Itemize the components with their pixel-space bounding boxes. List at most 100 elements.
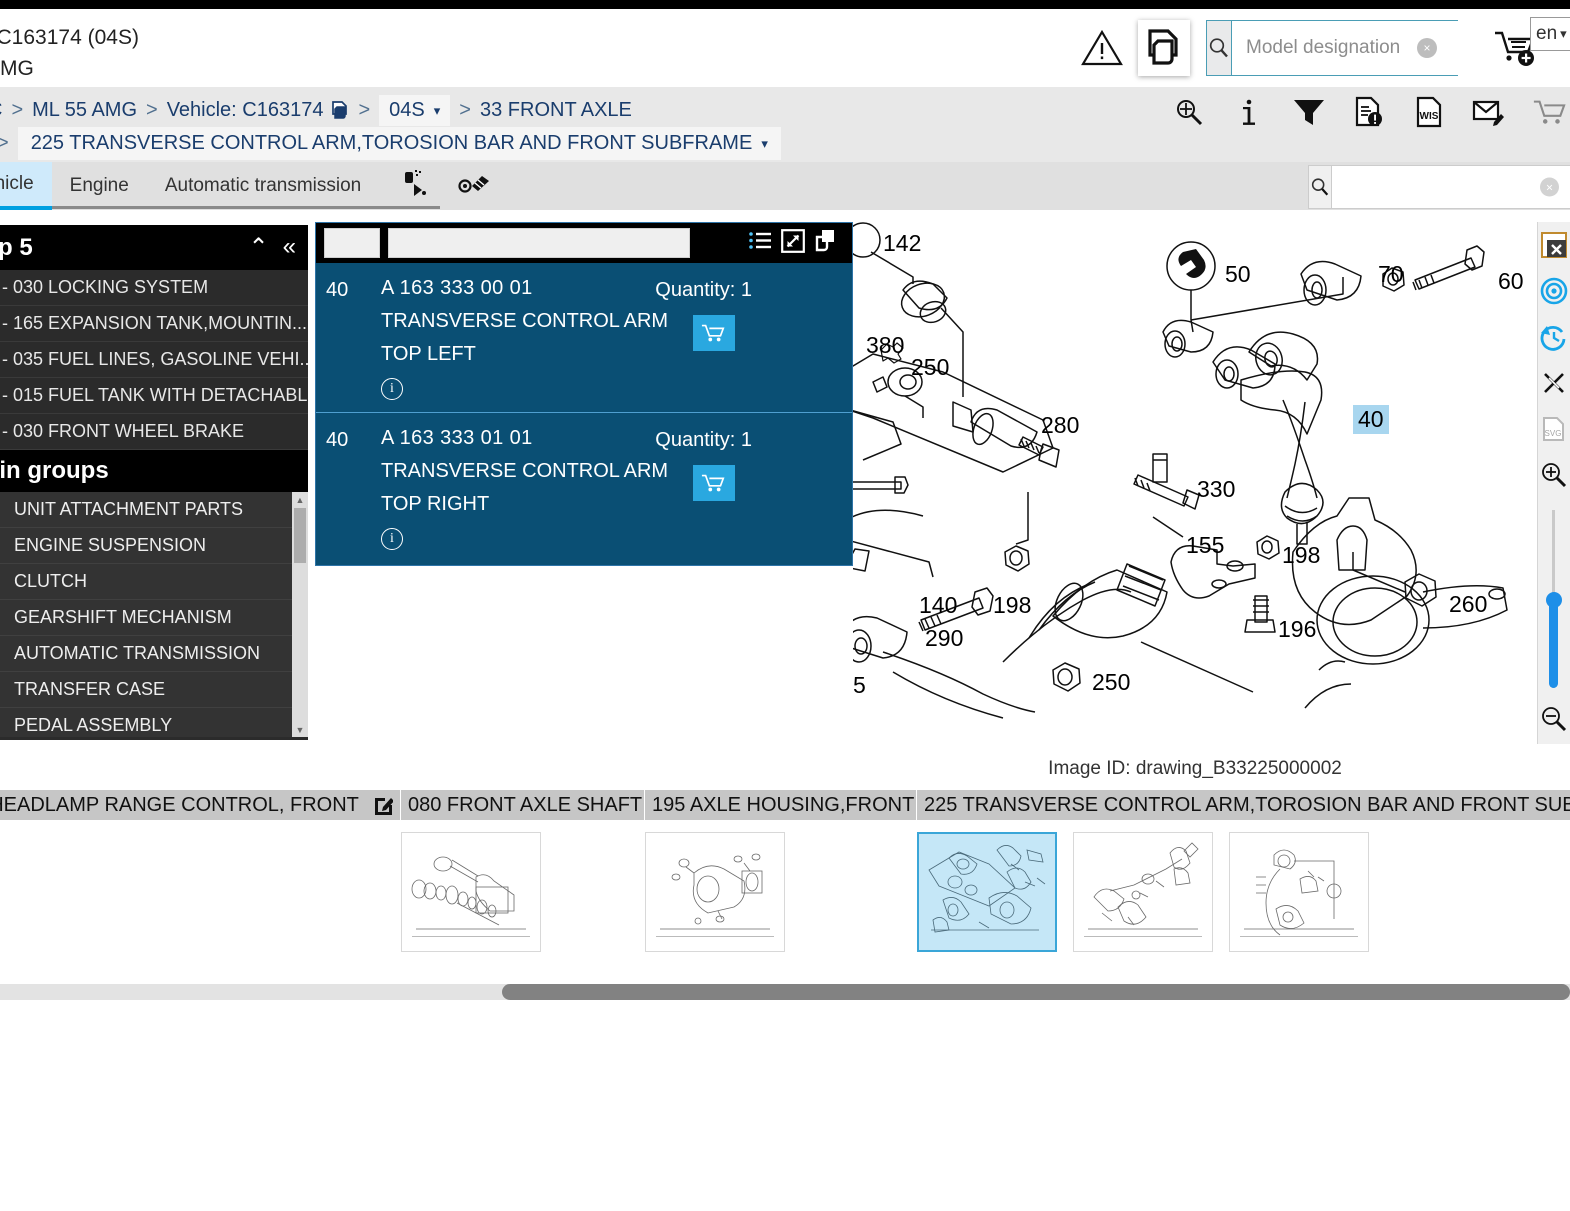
mail-edit-icon[interactable] xyxy=(1472,92,1506,132)
sidebar-item-locking-system[interactable]: - 030 LOCKING SYSTEM xyxy=(0,270,308,306)
add-to-cart-button[interactable] xyxy=(693,315,735,351)
thumb-panel-header[interactable]: 195 AXLE HOUSING,FRONT xyxy=(645,790,916,820)
callout-330[interactable]: 330 xyxy=(1197,476,1235,503)
thumb-panel-header[interactable]: MIC HEADLAMP RANGE CONTROL, FRONT xyxy=(0,790,400,820)
sidebar-item-front-wheel-brake[interactable]: - 030 FRONT WHEEL BRAKE xyxy=(0,414,308,450)
zoom-slider[interactable] xyxy=(1546,510,1562,688)
breadcrumb-chip-variant[interactable]: 04S ▾ xyxy=(379,95,451,126)
content-search-box[interactable]: × xyxy=(1308,165,1570,209)
list-item[interactable] xyxy=(1229,832,1369,952)
edit-icon[interactable] xyxy=(642,795,644,815)
bolt-tool-icon[interactable] xyxy=(457,169,491,204)
main-group-engine-suspension[interactable]: ENGINE SUSPENSION xyxy=(0,528,308,564)
main-group-pedal-assembly[interactable]: PEDAL ASSEMBLY xyxy=(0,708,308,737)
tab-engine[interactable]: Engine xyxy=(52,162,147,210)
add-to-cart-button[interactable] xyxy=(693,465,735,501)
breadcrumb-item-group[interactable]: 33 FRONT AXLE xyxy=(480,99,632,122)
svg-export-icon[interactable]: SVG xyxy=(1539,414,1569,444)
info-circle-icon[interactable]: i xyxy=(381,528,403,550)
breadcrumb-item-vehicle[interactable]: Vehicle: C163174 xyxy=(167,99,324,122)
model-designation-search[interactable]: × xyxy=(1206,20,1491,76)
collapse-left-icon[interactable]: « xyxy=(283,233,296,262)
callout-70[interactable]: 70 xyxy=(1378,261,1404,288)
unpin-icon[interactable] xyxy=(1539,368,1569,398)
horizontal-scrollbar[interactable] xyxy=(0,984,1570,1000)
sidebar-item-fuel-lines[interactable]: - 035 FUEL LINES, GASOLINE VEHI... xyxy=(0,342,308,378)
callout-60[interactable]: 60 xyxy=(1498,268,1524,295)
callout-198-center[interactable]: 198 xyxy=(993,592,1031,619)
chevron-up-icon[interactable]: ⌃ xyxy=(249,233,269,262)
callout-5[interactable]: 5 xyxy=(853,672,866,699)
list-item[interactable] xyxy=(401,832,541,952)
search-icon[interactable] xyxy=(1207,21,1232,75)
close-window-icon[interactable] xyxy=(1539,230,1569,260)
content-search-input[interactable] xyxy=(1332,166,1570,208)
cart-icon[interactable] xyxy=(1532,92,1566,132)
callout-198-right[interactable]: 198 xyxy=(1282,542,1320,569)
scroll-down-icon[interactable]: ▼ xyxy=(292,722,308,737)
document-alert-icon[interactable] xyxy=(1352,92,1386,132)
sidebar-item-fuel-tank[interactable]: - 015 FUEL TANK WITH DETACHABL... xyxy=(0,378,308,414)
callout-280[interactable]: 280 xyxy=(1041,412,1079,439)
tab-automatic-transmission[interactable]: Automatic transmission xyxy=(147,162,379,210)
reset-history-icon[interactable] xyxy=(1539,322,1569,352)
info-icon[interactable] xyxy=(1232,92,1266,132)
table-row[interactable]: 40 A 163 333 01 01 TRANSVERSE CONTROL AR… xyxy=(316,413,852,563)
edit-icon[interactable] xyxy=(914,795,916,815)
callout-140[interactable]: 140 xyxy=(919,592,957,619)
callout-250-upper[interactable]: 250 xyxy=(911,354,949,381)
scroll-up-icon[interactable]: ▲ xyxy=(292,492,308,507)
warning-triangle-icon[interactable] xyxy=(1080,26,1124,70)
info-circle-icon[interactable]: i xyxy=(381,378,403,400)
target-locate-icon[interactable] xyxy=(1539,276,1569,306)
list-item[interactable] xyxy=(1073,832,1213,952)
callout-196[interactable]: 196 xyxy=(1278,616,1316,643)
breadcrumb-chip-subgroup[interactable]: 225 TRANSVERSE CONTROL ARM,TOROSION BAR … xyxy=(17,127,781,160)
callout-290[interactable]: 290 xyxy=(925,625,963,652)
zoom-out-icon[interactable] xyxy=(1539,704,1569,734)
search-input[interactable] xyxy=(1232,21,1491,75)
callout-142[interactable]: 142 xyxy=(883,230,921,257)
filter-icon[interactable] xyxy=(1292,92,1326,132)
main-group-unit-attachment-parts[interactable]: UNIT ATTACHMENT PARTS xyxy=(0,492,308,528)
tab-vehicle[interactable]: ehicle xyxy=(0,162,52,210)
main-group-gearshift-mechanism[interactable]: GEARSHIFT MECHANISM xyxy=(0,600,308,636)
thumb-panel-header[interactable]: 080 FRONT AXLE SHAFT xyxy=(401,790,644,820)
zoom-in-icon[interactable] xyxy=(1539,460,1569,490)
list-view-icon[interactable] xyxy=(748,230,772,257)
expand-icon[interactable] xyxy=(781,228,805,258)
clear-icon[interactable]: × xyxy=(1540,177,1559,197)
callout-50[interactable]: 50 xyxy=(1225,261,1251,288)
callout-380[interactable]: 380 xyxy=(866,332,904,359)
main-groups-scrollbar[interactable]: ▲ ▼ xyxy=(292,492,308,737)
callout-40-selected[interactable]: 40 xyxy=(1353,405,1389,434)
duplicate-icon[interactable] xyxy=(331,100,349,126)
list-item[interactable] xyxy=(645,832,785,952)
thumb-panel-header[interactable]: 225 TRANSVERSE CONTROL ARM,TOROSION BAR … xyxy=(917,790,1570,820)
clear-search-icon[interactable]: × xyxy=(1417,38,1437,58)
zoom-slider-handle[interactable] xyxy=(1546,592,1562,608)
breadcrumb-item-0[interactable]: C xyxy=(0,99,2,122)
scrollbar-thumb[interactable] xyxy=(294,508,306,563)
scrollbar-thumb[interactable] xyxy=(502,984,1570,1000)
search-icon[interactable] xyxy=(1309,166,1332,208)
sidebar-item-expansion-tank[interactable]: - 165 EXPANSION TANK,MOUNTIN... xyxy=(0,306,308,342)
table-row[interactable]: 40 A 163 333 00 01 TRANSVERSE CONTROL AR… xyxy=(316,263,852,413)
callout-260[interactable]: 260 xyxy=(1449,591,1487,618)
callout-250-lower[interactable]: 250 xyxy=(1092,669,1130,696)
parts-diagram[interactable]: 142 380 250 280 330 50 70 60 40 155 198 … xyxy=(853,222,1537,744)
main-group-transfer-case[interactable]: TRANSFER CASE xyxy=(0,672,308,708)
parts-filter-text-input[interactable] xyxy=(388,228,690,258)
callout-155[interactable]: 155 xyxy=(1186,532,1224,559)
zoom-in-icon[interactable] xyxy=(1172,92,1206,132)
wis-document-icon[interactable]: WIS xyxy=(1412,92,1446,132)
main-group-clutch[interactable]: CLUTCH xyxy=(0,564,308,600)
language-selector[interactable]: en ▾ xyxy=(1530,17,1570,51)
main-group-automatic-transmission[interactable]: AUTOMATIC TRANSMISSION xyxy=(0,636,308,672)
list-item-selected[interactable] xyxy=(917,832,1057,952)
copy-documents-button[interactable] xyxy=(1138,20,1190,76)
edit-icon[interactable] xyxy=(363,795,393,815)
breadcrumb-item-model[interactable]: ML 55 AMG xyxy=(32,99,137,122)
duplicate-icon[interactable] xyxy=(814,229,840,258)
parts-filter-position-input[interactable] xyxy=(324,228,380,258)
